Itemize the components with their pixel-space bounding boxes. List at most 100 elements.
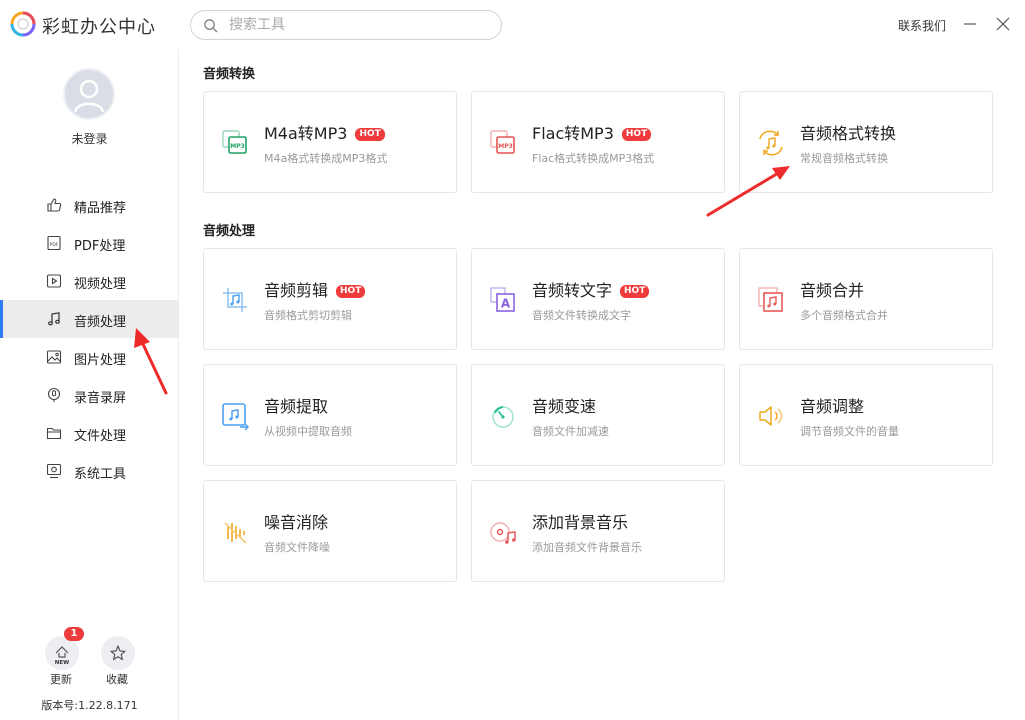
thumbs-up-icon (47, 198, 62, 212)
sidebar-item-label: 文件处理 (74, 429, 127, 444)
card-title: 音频格式转换 (800, 124, 897, 143)
card-title: 音频提取 (264, 397, 329, 416)
favorite-label[interactable]: 收藏 (106, 671, 128, 687)
update-badge: 1 (64, 627, 84, 641)
card-description: 音频文件降噪 (264, 541, 330, 554)
hot-badge: HOT (621, 128, 652, 141)
card-title: 音频合并 (800, 281, 865, 300)
sidebar-item-label: 视频处理 (74, 277, 127, 292)
image-icon (46, 350, 62, 364)
search-icon (204, 19, 218, 33)
update-icon: NEW (55, 646, 69, 666)
login-status[interactable]: 未登录 (0, 130, 179, 147)
sidebar-item-image[interactable]: 图片处理 (0, 338, 179, 376)
svg-text:MP3: MP3 (230, 143, 245, 150)
tool-card-audio-speed[interactable]: 音频变速 音频文件加减速 (471, 364, 725, 466)
tool-card-audio-cut[interactable]: 音频剪辑 HOT 音频格式剪切剪辑 (203, 248, 457, 350)
title-bar: 彩虹办公中心 联系我们 (0, 0, 1025, 50)
audio-to-text-icon: A (490, 287, 515, 312)
sidebar-item-record[interactable]: 录音录屏 (0, 376, 179, 414)
card-description: 添加音频文件背景音乐 (532, 541, 642, 554)
svg-text:MP3: MP3 (498, 143, 513, 150)
sidebar-item-label: 录音录屏 (74, 391, 127, 406)
sidebar-item-pdf[interactable]: PDF PDF处理 (0, 224, 179, 262)
tool-card-background-music[interactable]: 添加背景音乐 添加音频文件背景音乐 (471, 480, 725, 582)
update-label[interactable]: 更新 (50, 671, 72, 687)
sidebar-item-label: 系统工具 (74, 467, 127, 482)
avatar[interactable] (63, 68, 115, 120)
audio-cut-icon (223, 288, 247, 312)
card-title: 音频转文字 HOT (532, 277, 650, 301)
user-icon (73, 79, 105, 113)
hot-badge: HOT (336, 285, 366, 298)
card-description: 调节音频文件的音量 (800, 425, 899, 438)
tool-card-flac-to-mp3[interactable]: MP3 Flac转MP3 HOT Flac格式转换成MP3格式 (471, 91, 725, 193)
sidebar-item-label: 图片处理 (74, 353, 127, 368)
card-description: Flac格式转换成MP3格式 (532, 152, 655, 165)
record-icon (47, 387, 61, 402)
audio-format-convert-icon (759, 130, 783, 156)
sidebar-item-label: PDF处理 (74, 239, 126, 254)
sidebar-nav: 精品推荐 PDF PDF处理 视频处理 音频处理 图片处理 录音录屏 文件处理 … (0, 186, 179, 490)
sidebar-item-label: 精品推荐 (74, 201, 127, 216)
background-music-icon (490, 522, 516, 544)
svg-text:PDF: PDF (50, 242, 59, 248)
folder-icon (46, 427, 62, 440)
search-input[interactable] (229, 15, 489, 35)
sidebar-item-recommended[interactable]: 精品推荐 (0, 186, 179, 224)
svg-text:NEW: NEW (55, 660, 69, 666)
card-description: 音频格式剪切剪辑 (264, 309, 352, 322)
card-title: 音频剪辑 HOT (264, 277, 366, 301)
favorite-button[interactable] (101, 636, 135, 670)
tool-card-m4a-to-mp3[interactable]: MP3 M4a转MP3 HOT M4a格式转换成MP3格式 (203, 91, 457, 193)
sidebar-item-video[interactable]: 视频处理 (0, 262, 179, 300)
minimize-icon[interactable] (962, 14, 978, 34)
card-description: M4a格式转换成MP3格式 (264, 152, 388, 165)
update-button[interactable]: NEW (45, 636, 79, 670)
noise-reduction-icon (224, 522, 247, 544)
tool-card-audio-volume[interactable]: 音频调整 调节音频文件的音量 (739, 364, 993, 466)
audio-speed-icon (492, 406, 514, 428)
audio-merge-icon (758, 287, 783, 312)
hot-badge: HOT (355, 128, 385, 141)
m4a-to-mp3-icon: MP3 (222, 130, 247, 154)
card-title: M4a转MP3 HOT (264, 120, 385, 144)
section-title-audio-convert: 音频转换 (203, 67, 256, 82)
tool-card-audio-extract[interactable]: 音频提取 从视频中提取音频 (203, 364, 457, 466)
rainbow-logo-icon (10, 11, 36, 37)
search-box[interactable] (190, 10, 502, 40)
sidebar: 未登录 精品推荐 PDF PDF处理 视频处理 音频处理 图片处理 录音录屏 文… (0, 50, 179, 720)
card-description: 音频文件转换成文字 (532, 309, 631, 322)
svg-text:A: A (501, 297, 511, 311)
music-note-icon (48, 312, 60, 326)
pdf-icon: PDF (47, 235, 61, 251)
close-icon[interactable] (994, 15, 1012, 33)
tool-card-audio-merge[interactable]: 音频合并 多个音频格式合并 (739, 248, 993, 350)
app-title: 彩虹办公中心 (42, 17, 156, 38)
card-title: 添加背景音乐 (532, 513, 629, 532)
tool-card-audio-to-text[interactable]: A 音频转文字 HOT 音频文件转换成文字 (471, 248, 725, 350)
sidebar-item-system[interactable]: 系统工具 (0, 452, 179, 490)
sidebar-item-file[interactable]: 文件处理 (0, 414, 179, 452)
contact-us-link[interactable]: 联系我们 (898, 17, 946, 34)
video-icon (46, 274, 62, 288)
card-description: 从视频中提取音频 (264, 425, 352, 438)
sidebar-item-label: 音频处理 (74, 315, 127, 330)
star-icon (110, 645, 126, 661)
hot-badge: HOT (620, 285, 650, 298)
section-title-audio-process: 音频处理 (203, 224, 256, 239)
card-title: Flac转MP3 HOT (532, 120, 652, 144)
card-description: 常规音频格式转换 (800, 152, 888, 165)
tool-card-audio-format-convert[interactable]: 音频格式转换 常规音频格式转换 (739, 91, 993, 193)
tool-card-noise-reduction[interactable]: 噪音消除 音频文件降噪 (203, 480, 457, 582)
volume-icon (759, 406, 783, 426)
system-icon (46, 463, 62, 479)
sidebar-item-audio[interactable]: 音频处理 (0, 300, 179, 338)
card-title: 音频变速 (532, 397, 597, 416)
version-text: 版本号:1.22.8.171 (41, 699, 138, 712)
card-title: 音频调整 (800, 397, 865, 416)
card-description: 音频文件加减速 (532, 425, 609, 438)
card-title: 噪音消除 (264, 513, 329, 532)
audio-extract-icon (222, 403, 249, 431)
card-description: 多个音频格式合并 (800, 309, 888, 322)
